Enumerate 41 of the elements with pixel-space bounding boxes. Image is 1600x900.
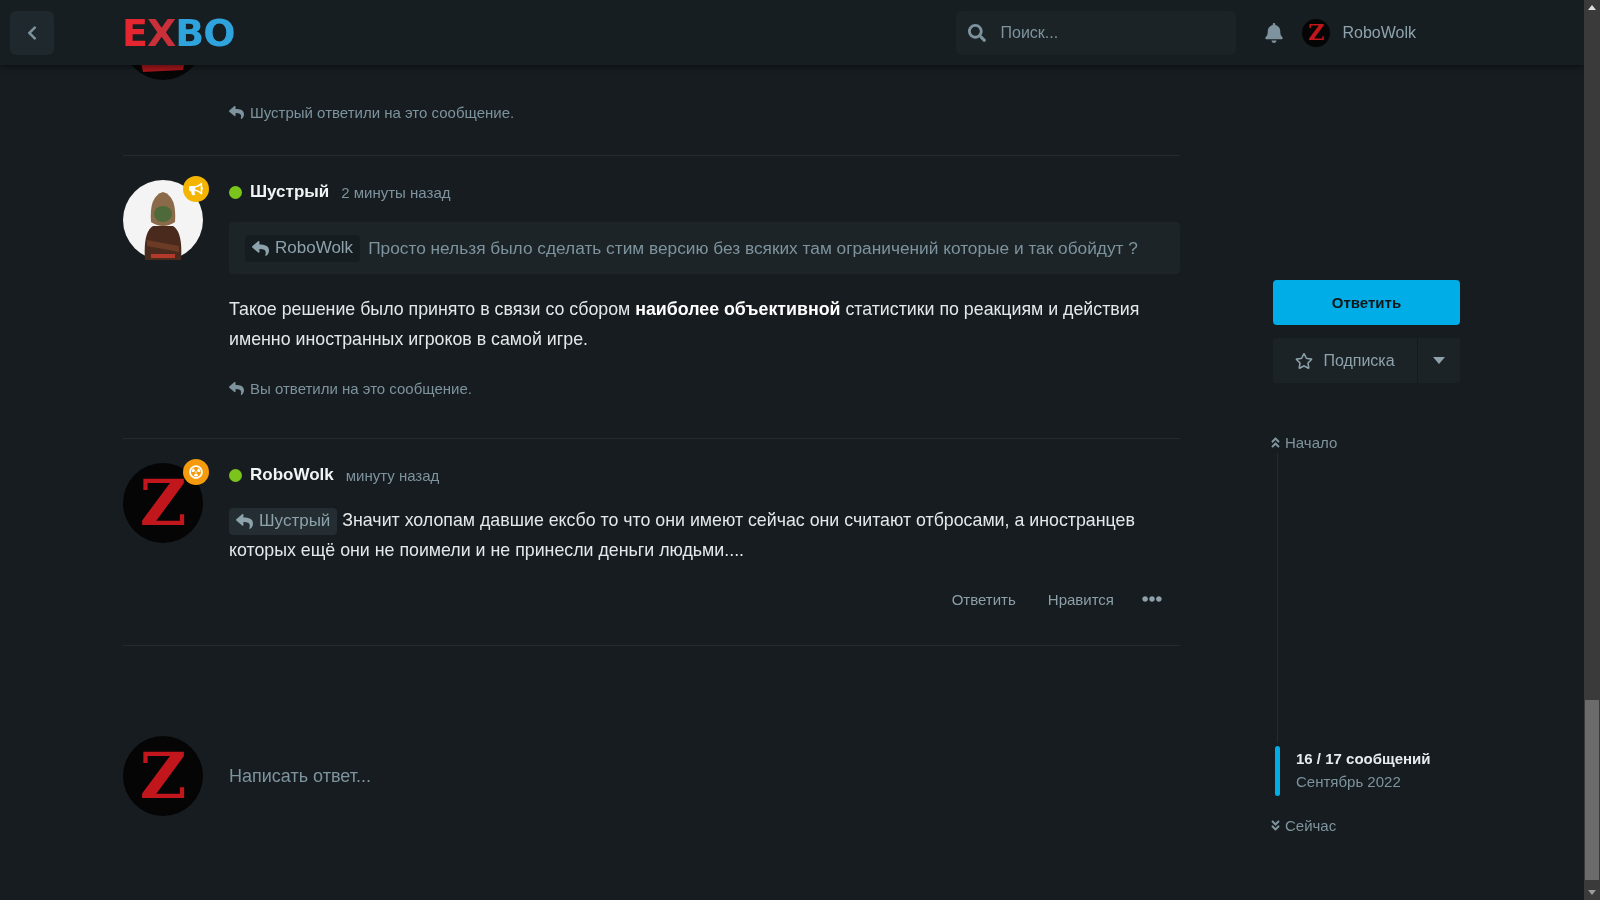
reply-icon [252,239,269,257]
reply-icon [229,380,244,396]
reply-note: Вы ответили на это сообщение. [250,379,472,397]
reply-button[interactable]: Ответить [1273,280,1460,325]
notifications-button[interactable] [1264,22,1285,43]
bell-icon [1264,22,1285,43]
scrubber-start-link[interactable]: Начало [1269,431,1460,453]
site-logo[interactable]: EXBO [122,10,235,55]
scrubber-handle[interactable] [1275,746,1280,796]
search-field[interactable]: Поиск... [956,10,1237,55]
quote-author-link[interactable]: RoboWolk [245,234,361,262]
post-author[interactable]: RoboWolk [250,465,334,485]
post-position: 16 / 17 сообщений [1296,750,1431,767]
reply-icon [229,104,244,120]
radiation-icon [189,465,203,479]
post-text: Шустрый Значит холопам давшие ексбо то что они имеют сейчас они считают отбросами, а иностранцев которых ещё они не поимели и не принесли деньги людьми.... [229,505,1180,565]
post-time: минуту назад [345,466,440,484]
double-chevron-up-icon [1269,435,1282,449]
user-avatar: Z [123,463,203,543]
caret-icon [1433,357,1445,364]
search-input[interactable]: Поиск... [998,22,1203,43]
user-avatar: Z [123,736,203,816]
back-button[interactable] [10,10,54,55]
scrollbar[interactable] [1584,0,1600,900]
reply-icon [236,512,253,530]
post-date: Сентябрь 2022 [1296,773,1402,790]
post-text: Такое решение было принято в связи со сбором наиболее объективной статистики по реакциям и действия именно иностранных игроков в самой игре. [229,298,1141,351]
quote-text: Просто нельзя было сделать стим версию без всяких там ограничений которые и так обойдут ? [368,237,1138,260]
post-time: 2 минуты назад [341,183,451,201]
reply-to-link[interactable]: Шустрый [229,507,338,535]
post-action-button[interactable]: Нравится [1037,590,1124,608]
post-author[interactable]: Шустрый [250,182,330,202]
post-action-button[interactable]: Ответить [941,590,1026,608]
reply-input[interactable]: Написать ответ... [227,755,1180,797]
search-icon [968,23,987,42]
scrubber-end-link[interactable]: Сейчас [1269,814,1460,836]
double-chevron-down-icon [1269,818,1282,832]
megaphone-icon [189,182,203,196]
user-menu[interactable]: Z RoboWolk [1302,18,1416,47]
reply-note: Шустрый ответили на это сообщение. [250,103,515,121]
star-icon [1295,351,1314,370]
